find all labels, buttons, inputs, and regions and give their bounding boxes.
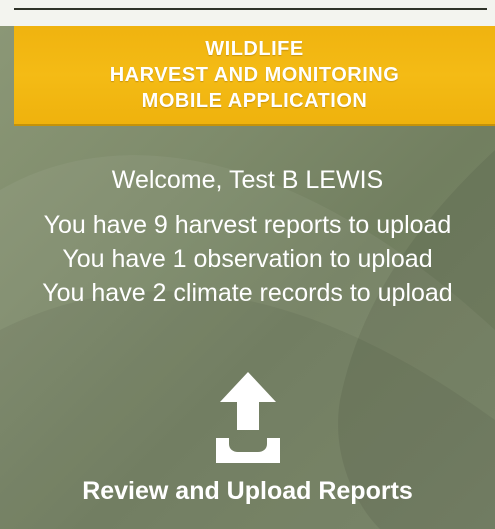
header-title-line-2: HARVEST AND MONITORING — [109, 64, 400, 86]
main-content: Welcome, Test B LEWIS You have 9 harvest… — [0, 160, 495, 310]
top-divider — [14, 8, 487, 10]
pending-harvest-reports: You have 9 harvest reports to upload — [43, 211, 452, 239]
review-upload-button[interactable]: Review and Upload Reports — [58, 370, 438, 510]
pending-observations: You have 1 observation to upload — [62, 245, 433, 273]
top-strip — [0, 0, 495, 26]
app-header: WILDLIFE HARVEST AND MONITORING MOBILE A… — [14, 26, 495, 126]
review-upload-label: Review and Upload Reports — [82, 477, 413, 505]
welcome-message: Welcome, Test B LEWIS — [111, 166, 384, 194]
upload-tray-icon — [215, 372, 280, 463]
header-title-line-3: MOBILE APPLICATION — [141, 90, 368, 112]
header-title-line-1: WILDLIFE — [205, 38, 304, 60]
pending-climate-records: You have 2 climate records to upload — [42, 279, 453, 307]
